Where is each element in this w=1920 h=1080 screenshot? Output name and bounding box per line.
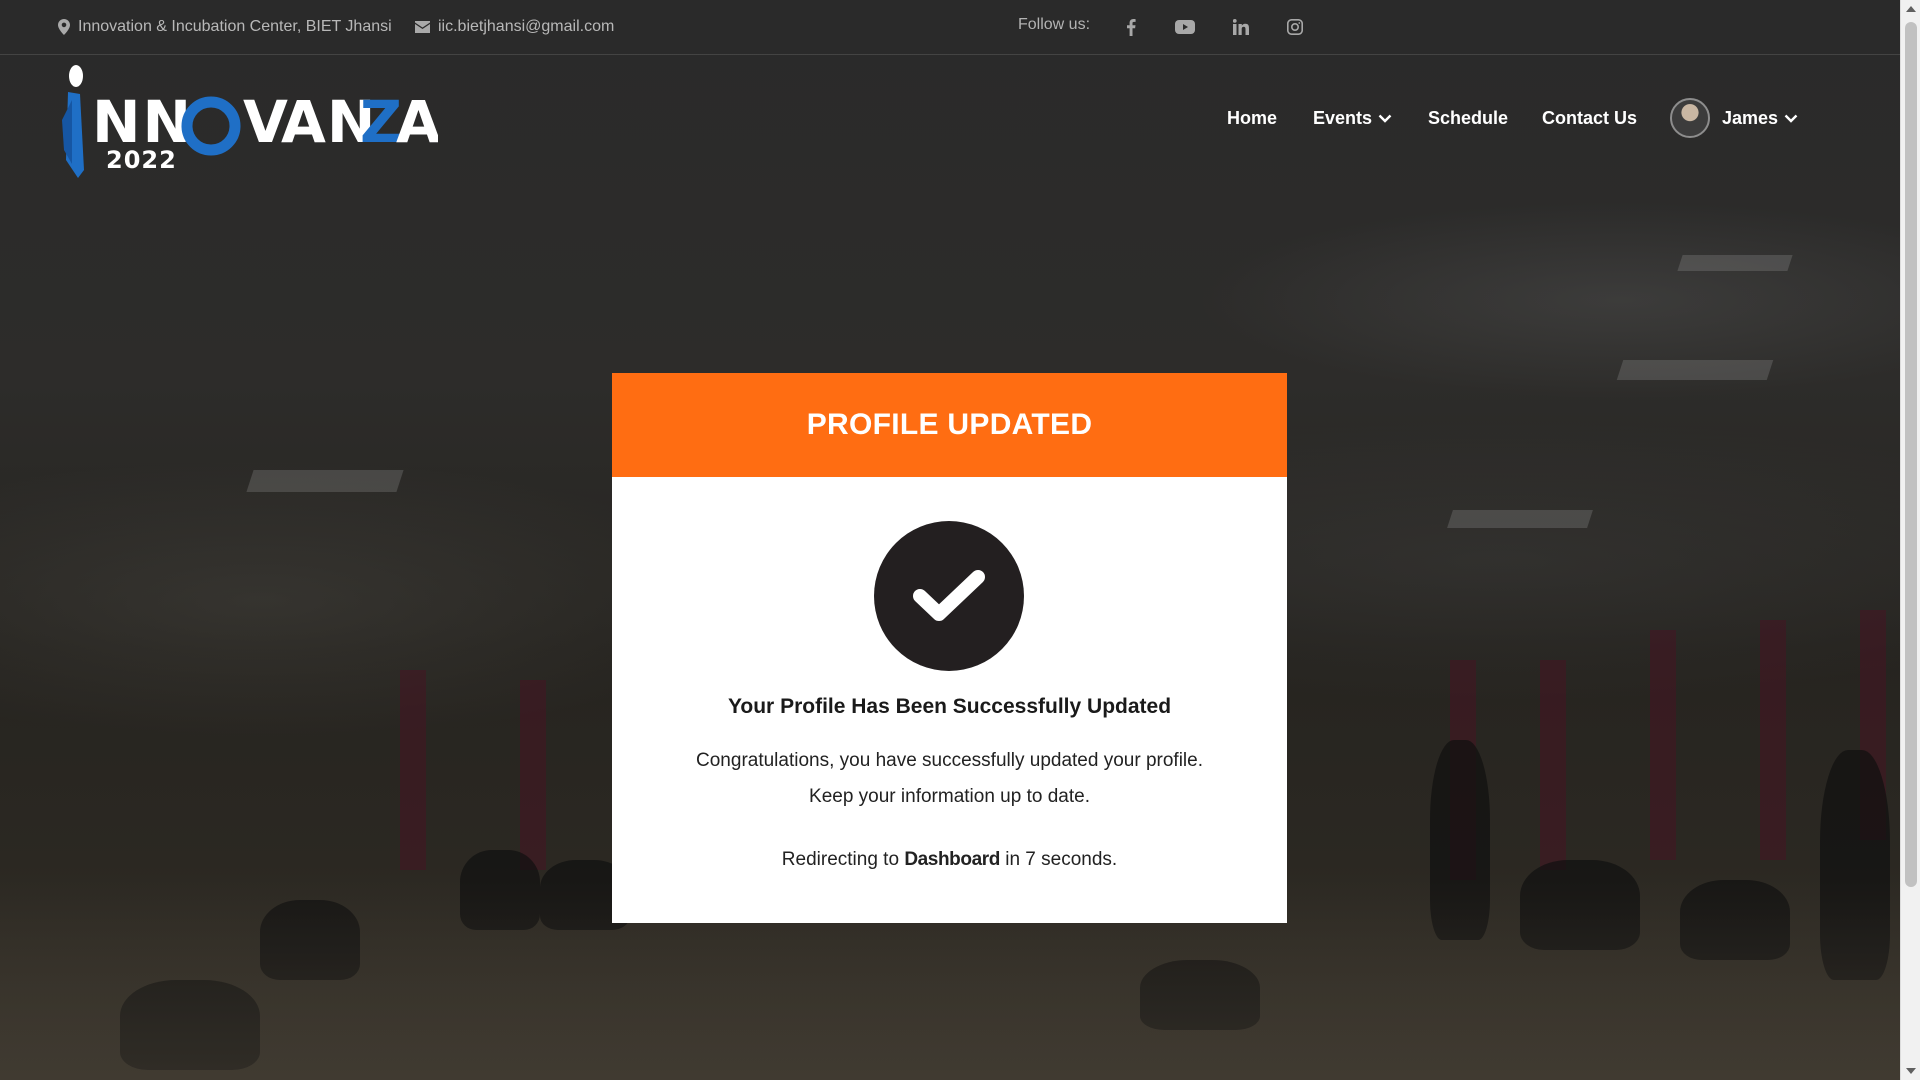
youtube-icon[interactable]: [1174, 16, 1196, 38]
chevron-down-icon: [1784, 114, 1798, 123]
card-header: PROFILE UPDATED: [612, 373, 1287, 477]
map-pin-icon: [58, 19, 70, 35]
nav-home[interactable]: Home: [1227, 108, 1277, 129]
user-name: James: [1722, 108, 1779, 128]
nav-events[interactable]: Events: [1313, 108, 1392, 129]
scroll-up-arrow-icon[interactable]: [1906, 6, 1916, 12]
email-text[interactable]: iic.bietjhansi@gmail.com: [438, 18, 614, 36]
svg-text:A: A: [396, 88, 438, 156]
redirect-message: Redirecting to Dashboard in 7 seconds.: [612, 849, 1287, 871]
page-scrollbar[interactable]: [1900, 0, 1920, 1080]
redirect-prefix: Redirecting to: [781, 849, 900, 870]
scrollbar-thumb[interactable]: [1905, 22, 1917, 887]
success-check-icon: [874, 521, 1024, 671]
location-info: Innovation & Incubation Center, BIET Jha…: [58, 18, 392, 36]
instagram-icon[interactable]: [1284, 16, 1306, 38]
location-text: Innovation & Incubation Center, BIET Jha…: [78, 18, 392, 35]
success-heading: Your Profile Has Been Successfully Updat…: [727, 695, 1172, 718]
dashboard-link[interactable]: Dashboard: [904, 849, 1000, 870]
innovanza-logo[interactable]: NN V AN Z A 2022: [58, 60, 441, 185]
nav-contact-us[interactable]: Contact Us: [1542, 108, 1637, 129]
top-info-bar: Innovation & Incubation Center, BIET Jha…: [0, 0, 1900, 55]
linkedin-icon[interactable]: [1230, 16, 1252, 38]
nav-events-label: Events: [1313, 108, 1373, 128]
email-info[interactable]: iic.bietjhansi@gmail.com: [415, 18, 614, 36]
redirect-suffix: in 7 seconds.: [1005, 849, 1118, 870]
envelope-icon: [415, 21, 430, 33]
card-title: PROFILE UPDATED: [806, 408, 1093, 441]
chevron-down-icon: [1378, 114, 1392, 123]
nav-schedule[interactable]: Schedule: [1428, 108, 1508, 129]
follow-label: Follow us:: [1018, 16, 1091, 33]
logo-year: 2022: [106, 146, 177, 174]
congrats-message: Congratulations, you have successfully u…: [696, 750, 1203, 771]
avatar[interactable]: [1670, 98, 1710, 138]
scroll-down-arrow-icon[interactable]: [1906, 1068, 1916, 1074]
profile-updated-card: PROFILE UPDATED Your Profile Has Been Su…: [612, 373, 1287, 923]
keep-updated-message: Keep your information up to date.: [809, 786, 1090, 807]
facebook-icon[interactable]: [1120, 16, 1142, 38]
user-menu[interactable]: James: [1722, 108, 1798, 129]
